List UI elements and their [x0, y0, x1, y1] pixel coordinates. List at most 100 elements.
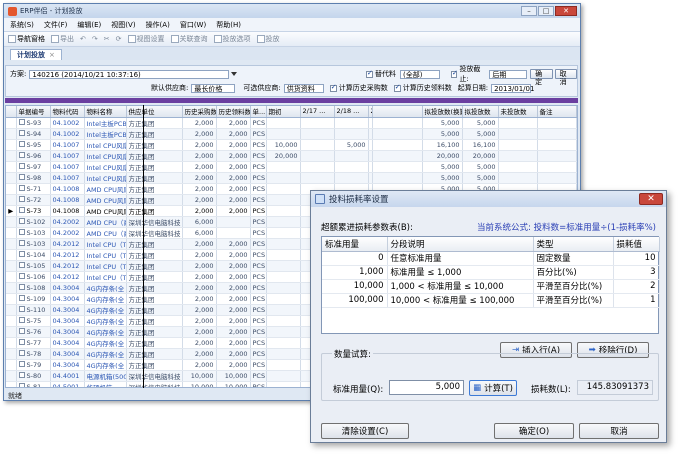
- grid-cell[interactable]: 2,000: [216, 282, 251, 294]
- grid-cell[interactable]: Intel CPU（T: [84, 260, 127, 272]
- menu-item-0[interactable]: 系统(S): [10, 20, 34, 30]
- grid-cell[interactable]: [498, 139, 538, 151]
- grid-cell[interactable]: [266, 205, 301, 217]
- table-row[interactable]: 100,000 10,000 < 标准用量 ≤ 100,000 平滑至百分比(%) 1: [322, 293, 660, 308]
- grid-cell[interactable]: [300, 150, 335, 162]
- grid-cell[interactable]: 2,000: [216, 205, 251, 217]
- clear-settings-button[interactable]: 清除设置(C): [321, 423, 409, 439]
- grid-cell[interactable]: PCS: [250, 128, 267, 140]
- row-checkbox[interactable]: [18, 217, 25, 224]
- grid-cell[interactable]: 10,000: [216, 381, 251, 387]
- loss-cell[interactable]: 10: [613, 251, 660, 266]
- menu-item-1[interactable]: 文件(F): [44, 20, 68, 30]
- grid-cell[interactable]: 2,000: [182, 150, 217, 162]
- grid-header-6[interactable]: 单...: [250, 106, 267, 118]
- row-checkbox[interactable]: [18, 162, 25, 169]
- grid-cell[interactable]: 2,000: [182, 326, 217, 338]
- grid-cell[interactable]: 04.2012: [50, 249, 85, 261]
- doc-number-cell[interactable]: S-95: [16, 139, 51, 151]
- grid-cell[interactable]: 04.1002: [50, 117, 85, 129]
- optional-supplier-select[interactable]: 供货资料: [283, 83, 324, 93]
- grid-cell[interactable]: [537, 139, 577, 151]
- nav-pane-button[interactable]: 导航窗格: [8, 34, 45, 44]
- grid-cell[interactable]: [266, 359, 301, 371]
- grid-cell[interactable]: 04.3004: [50, 359, 85, 371]
- grid-cell[interactable]: 方正集团: [126, 205, 183, 217]
- redo-icon[interactable]: ↷: [92, 35, 98, 43]
- cut-icon[interactable]: ✂: [104, 35, 110, 43]
- loss-cell[interactable]: 固定数量: [533, 251, 614, 266]
- grid-header-13[interactable]: 未投放数: [498, 106, 538, 118]
- grid-cell[interactable]: 2,000: [216, 150, 251, 162]
- doc-number-cell[interactable]: S-102: [16, 216, 51, 228]
- row-checkbox[interactable]: [18, 360, 25, 367]
- table-row[interactable]: 0 任意标准用量 固定数量 10: [322, 251, 660, 266]
- grid-cell[interactable]: Intel CPU（T: [84, 238, 127, 250]
- grid-cell[interactable]: 2,000: [216, 315, 251, 327]
- grid-cell[interactable]: Intel CPU风扇: [84, 172, 127, 184]
- grid-cell[interactable]: 04.2002: [50, 216, 85, 228]
- grid-cell[interactable]: [266, 260, 301, 272]
- grid-cell[interactable]: 2,000: [182, 194, 217, 206]
- grid-cell[interactable]: 深圳华信电脑科技: [126, 370, 183, 382]
- grid-cell[interactable]: 2,000: [182, 271, 217, 283]
- loss-cell[interactable]: 百分比(%): [533, 265, 614, 280]
- row-checkbox[interactable]: [18, 272, 25, 279]
- grid-cell[interactable]: 方正集团: [126, 282, 183, 294]
- loss-header-1[interactable]: 分段说明: [387, 237, 534, 252]
- grid-cell[interactable]: PCS: [250, 139, 267, 151]
- grid-cell[interactable]: [537, 161, 577, 173]
- grid-cell[interactable]: 04.1007: [50, 172, 85, 184]
- grid-cell[interactable]: [266, 304, 301, 316]
- grid-cell[interactable]: 2,000: [216, 260, 251, 272]
- grid-cell[interactable]: 2,000: [182, 304, 217, 316]
- grid-cell[interactable]: [266, 315, 301, 327]
- doc-number-cell[interactable]: S-108: [16, 282, 51, 294]
- loss-cell[interactable]: 10,000: [322, 279, 388, 294]
- grid-header-9[interactable]: 2/18 ...: [334, 106, 369, 118]
- grid-cell[interactable]: [537, 117, 577, 129]
- menu-item-3[interactable]: 视图(V): [111, 20, 135, 30]
- grid-header-2[interactable]: 物料名称: [84, 106, 127, 118]
- grid-cell[interactable]: 2,000: [216, 293, 251, 305]
- release-options-button[interactable]: 投放选项: [213, 34, 251, 44]
- grid-cell[interactable]: 电源机箱(500: [84, 370, 127, 382]
- row-checkbox[interactable]: [18, 129, 25, 136]
- grid-cell[interactable]: [266, 216, 301, 228]
- grid-cell[interactable]: [537, 172, 577, 184]
- loss-cell[interactable]: 10,000 < 标准用量 ≤ 100,000: [387, 293, 534, 308]
- menu-item-2[interactable]: 编辑(E): [77, 20, 101, 30]
- grid-cell[interactable]: 10,000: [182, 381, 217, 387]
- doc-number-cell[interactable]: S-103: [16, 227, 51, 239]
- grid-cell[interactable]: 4G内存条(全: [84, 326, 127, 338]
- grid-cell[interactable]: 2,000: [216, 139, 251, 151]
- doc-number-cell[interactable]: S-98: [16, 172, 51, 184]
- table-row[interactable]: S-94 04.1002 Intel主板PCB 方正集团 2,000 2,000 PCS 5,…: [6, 128, 577, 140]
- grid-header-5[interactable]: 历史领料数: [216, 106, 251, 118]
- plan-select[interactable]: 140216 (2014/10/21 10:37:16): [29, 69, 230, 79]
- loss-cell[interactable]: 0: [322, 251, 388, 266]
- grid-cell[interactable]: 2,000: [216, 304, 251, 316]
- grid-cell[interactable]: [334, 161, 369, 173]
- dialog-cancel-button[interactable]: 取消: [579, 423, 659, 439]
- grid-cell[interactable]: 6,000: [182, 216, 217, 228]
- row-checkbox[interactable]: [18, 151, 25, 158]
- grid-cell[interactable]: 5,000: [334, 139, 369, 151]
- grid-cell[interactable]: [334, 172, 369, 184]
- grid-cell[interactable]: 5,000: [462, 128, 499, 140]
- grid-cell[interactable]: 4G内存条(全: [84, 282, 127, 294]
- grid-cell[interactable]: 04.1008: [50, 194, 85, 206]
- grid-cell[interactable]: 5,000: [422, 117, 463, 129]
- loss-cell[interactable]: 1,000 < 标准用量 ≤ 10,000: [387, 279, 534, 294]
- dialog-ok-button[interactable]: 确定(O): [494, 423, 574, 439]
- grid-header-4[interactable]: 历史采购数: [182, 106, 217, 118]
- grid-cell[interactable]: 5,000: [422, 128, 463, 140]
- release-button[interactable]: 投放: [256, 34, 280, 44]
- row-checkbox[interactable]: [18, 327, 25, 334]
- grid-cell[interactable]: AMD CPU风扇: [84, 205, 127, 217]
- grid-cell[interactable]: 2,000: [216, 348, 251, 360]
- doc-number-cell[interactable]: S-93: [16, 117, 51, 129]
- grid-cell[interactable]: PCS: [250, 216, 267, 228]
- grid-cell[interactable]: 04.5001: [50, 381, 85, 387]
- loss-cell[interactable]: 1: [613, 293, 660, 308]
